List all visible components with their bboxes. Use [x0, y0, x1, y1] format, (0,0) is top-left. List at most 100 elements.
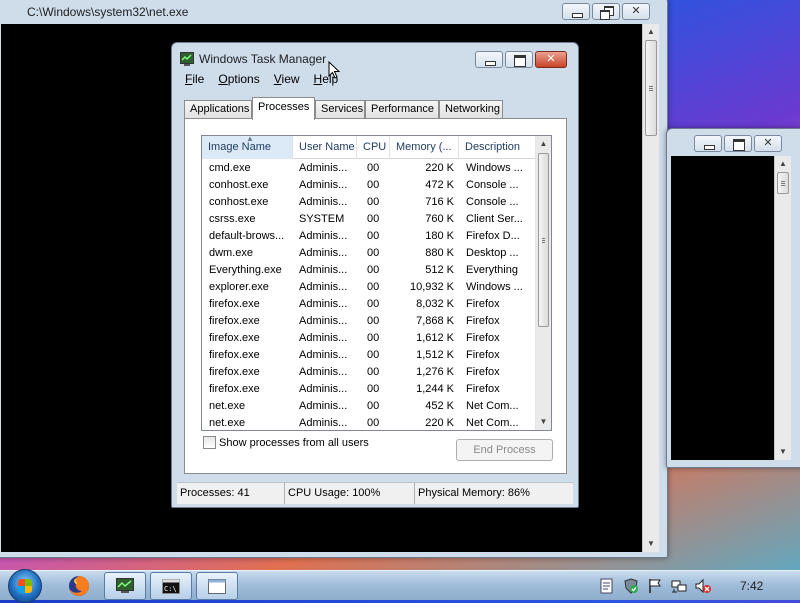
status-bar: Processes: 41 CPU Usage: 100% Physical M…	[177, 482, 573, 504]
tab-performance[interactable]: Performance	[365, 100, 439, 119]
table-row[interactable]: net.exe Adminis... 00 452 K Net Com...	[202, 398, 536, 415]
cell-memory: 1,244 K	[416, 383, 454, 395]
cell-cpu: 00	[367, 400, 380, 412]
maximize-button[interactable]	[505, 51, 533, 68]
restore-button[interactable]	[592, 3, 620, 20]
column-description[interactable]: Description	[459, 136, 536, 159]
task-manager-window[interactable]: Windows Task Manager File Options View H…	[171, 42, 579, 508]
table-row[interactable]: firefox.exe Adminis... 00 1,276 K Firefox	[202, 364, 536, 381]
cell-image-name: firefox.exe	[209, 315, 260, 327]
minimize-button[interactable]	[562, 3, 590, 20]
taskbar-console[interactable]: C:\	[150, 572, 192, 600]
cell-image-name: default-brows...	[209, 230, 285, 242]
taskbar-task-manager[interactable]	[104, 572, 146, 600]
close-button[interactable]	[535, 51, 567, 68]
scroll-down-arrow-icon[interactable]: ▼	[643, 536, 659, 552]
close-button[interactable]	[754, 135, 782, 152]
status-processes: Processes: 41	[177, 483, 285, 504]
table-row[interactable]: firefox.exe Adminis... 00 1,244 K Firefox	[202, 381, 536, 398]
column-memory[interactable]: Memory (...	[390, 136, 459, 159]
taskbar-clock[interactable]: 7:42	[740, 579, 763, 593]
table-row[interactable]: firefox.exe Adminis... 00 1,612 K Firefox	[202, 330, 536, 347]
tab-networking[interactable]: Networking	[439, 100, 503, 119]
scrollbar-thumb[interactable]	[777, 172, 789, 194]
column-cpu[interactable]: CPU	[357, 136, 390, 159]
scrollbar-thumb[interactable]	[538, 153, 549, 327]
cell-description: Firefox	[466, 332, 500, 344]
cell-memory: 8,032 K	[416, 298, 454, 310]
table-row[interactable]: conhost.exe Adminis... 00 472 K Console ...	[202, 177, 536, 194]
table-row[interactable]: dwm.exe Adminis... 00 880 K Desktop ...	[202, 245, 536, 262]
cell-user-name: Adminis...	[299, 162, 348, 174]
tab-services[interactable]: Services	[315, 100, 365, 119]
scroll-up-arrow-icon[interactable]: ▲	[775, 156, 791, 172]
table-row[interactable]: explorer.exe Adminis... 00 10,932 K Windows …	[202, 279, 536, 296]
cell-user-name: Adminis...	[299, 315, 348, 327]
scroll-down-arrow-icon[interactable]: ▼	[775, 444, 791, 460]
start-button[interactable]	[8, 569, 42, 603]
show-all-users-row[interactable]: Show processes from all users	[203, 436, 369, 449]
cell-cpu: 00	[367, 315, 380, 327]
taskbar: C:\ 7:42	[0, 569, 800, 603]
tab-applications[interactable]: Applications	[184, 100, 252, 119]
cell-image-name: Everything.exe	[209, 264, 282, 276]
minimize-button[interactable]	[694, 135, 722, 152]
cell-memory: 1,276 K	[416, 366, 454, 378]
column-image-name[interactable]: ▲ Image Name	[202, 136, 293, 159]
network-icon[interactable]	[671, 578, 687, 594]
table-row[interactable]: csrss.exe SYSTEM 00 760 K Client Ser...	[202, 211, 536, 228]
volume-muted-icon[interactable]	[695, 578, 711, 594]
maximize-button[interactable]	[724, 135, 752, 152]
scroll-up-arrow-icon[interactable]: ▲	[643, 24, 659, 40]
scroll-down-arrow-icon[interactable]: ▼	[536, 414, 551, 430]
console-titlebar[interactable]: C:\Windows\system32\net.exe	[0, 0, 667, 21]
scroll-up-arrow-icon[interactable]: ▲	[536, 136, 551, 152]
action-center-flag-icon[interactable]	[647, 578, 663, 594]
security-shield-icon[interactable]	[623, 578, 639, 594]
secondary-scrollbar[interactable]: ▲ ▼	[774, 156, 791, 460]
end-process-button[interactable]: End Process	[456, 439, 553, 461]
close-button[interactable]	[622, 3, 650, 20]
task-manager-titlebar[interactable]: Windows Task Manager	[172, 43, 578, 68]
status-physical-memory: Physical Memory: 86%	[418, 487, 530, 499]
cell-cpu: 00	[367, 196, 380, 208]
cell-memory: 716 K	[425, 196, 454, 208]
table-row[interactable]: conhost.exe Adminis... 00 716 K Console ...	[202, 194, 536, 211]
console-window-secondary[interactable]: ▲ ▼	[666, 128, 800, 468]
table-row[interactable]: firefox.exe Adminis... 00 8,032 K Firefox	[202, 296, 536, 313]
show-all-users-label[interactable]: Show processes from all users	[219, 437, 369, 449]
cell-cpu: 00	[367, 162, 380, 174]
cell-image-name: cmd.exe	[209, 162, 251, 174]
cell-image-name: conhost.exe	[209, 179, 269, 191]
firefox-icon[interactable]	[66, 573, 92, 599]
cell-image-name: firefox.exe	[209, 298, 260, 310]
table-row[interactable]: firefox.exe Adminis... 00 7,868 K Firefox	[202, 313, 536, 330]
tab-processes[interactable]: Processes	[252, 97, 315, 120]
show-all-users-checkbox[interactable]	[203, 436, 216, 449]
menu-file[interactable]: File	[178, 71, 211, 87]
secondary-titlebar[interactable]	[667, 129, 800, 153]
menu-options[interactable]: Options	[211, 71, 266, 87]
process-list-scrollbar[interactable]: ▲ ▼	[535, 136, 551, 430]
cell-description: Windows ...	[466, 162, 523, 174]
window-icon	[208, 579, 226, 594]
notes-icon[interactable]	[599, 578, 615, 594]
cell-user-name: Adminis...	[299, 366, 348, 378]
table-row[interactable]: cmd.exe Adminis... 00 220 K Windows ...	[202, 160, 536, 177]
process-list[interactable]: ▲ Image Name User Name CPU Memory (... D…	[201, 135, 552, 431]
cell-description: Firefox	[466, 383, 500, 395]
svg-text:C:\: C:\	[164, 585, 177, 593]
menu-view[interactable]: View	[267, 71, 307, 87]
table-row[interactable]: firefox.exe Adminis... 00 1,512 K Firefox	[202, 347, 536, 364]
scrollbar-thumb[interactable]	[645, 40, 657, 136]
table-row[interactable]: default-brows... Adminis... 00 180 K Firefox…	[202, 228, 536, 245]
minimize-button[interactable]	[475, 51, 503, 68]
table-row[interactable]: net.exe Adminis... 00 220 K Net Com...	[202, 415, 536, 430]
table-row[interactable]: Everything.exe Adminis... 00 512 K Everythin…	[202, 262, 536, 279]
cell-image-name: dwm.exe	[209, 247, 254, 259]
secondary-console-area[interactable]	[671, 156, 774, 460]
column-user-name[interactable]: User Name	[293, 136, 357, 159]
cell-user-name: Adminis...	[299, 332, 348, 344]
console-scrollbar[interactable]: ▲ ▼	[642, 24, 659, 552]
taskbar-window[interactable]	[196, 572, 238, 600]
